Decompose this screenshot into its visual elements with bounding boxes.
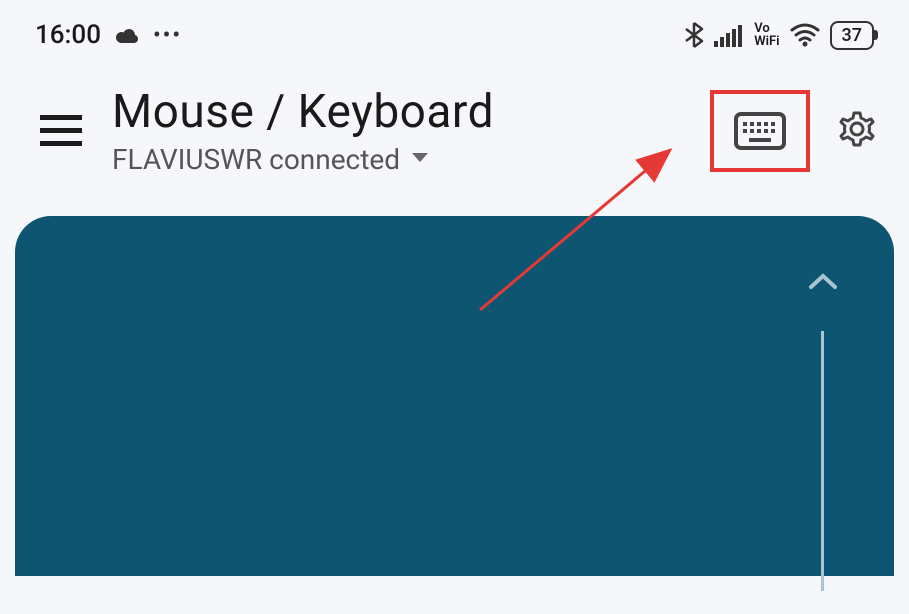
connection-dropdown[interactable]: FLAVIUSWR connected <box>112 143 680 176</box>
status-right: Vo WiFi 37 <box>684 21 874 50</box>
page-title: Mouse / Keyboard <box>112 85 680 139</box>
signal-icon <box>714 23 744 47</box>
status-bar: 16:00 ••• Vo WiFi <box>0 0 909 60</box>
bluetooth-icon <box>684 21 704 49</box>
more-icon: ••• <box>153 23 182 48</box>
touchpad-area[interactable] <box>15 216 894 576</box>
vo-wifi-indicator: Vo WiFi <box>754 22 779 48</box>
status-time: 16:00 <box>35 20 101 50</box>
gear-icon <box>835 107 879 151</box>
scroll-chevron-up-icon[interactable] <box>807 271 839 295</box>
menu-button[interactable] <box>40 115 82 146</box>
header-actions <box>710 90 879 172</box>
keyboard-icon <box>734 112 786 150</box>
scroll-track[interactable] <box>821 331 824 591</box>
title-block: Mouse / Keyboard FLAVIUSWR connected <box>112 85 680 176</box>
cloud-icon <box>113 25 141 45</box>
chevron-down-icon <box>410 150 430 169</box>
wifi-icon <box>790 23 820 47</box>
app-header: Mouse / Keyboard FLAVIUSWR connected <box>0 60 909 216</box>
battery-indicator: 37 <box>830 21 874 50</box>
keyboard-button[interactable] <box>710 90 810 172</box>
connection-status: FLAVIUSWR connected <box>112 143 400 176</box>
settings-button[interactable] <box>835 107 879 155</box>
status-left: 16:00 ••• <box>35 20 182 50</box>
